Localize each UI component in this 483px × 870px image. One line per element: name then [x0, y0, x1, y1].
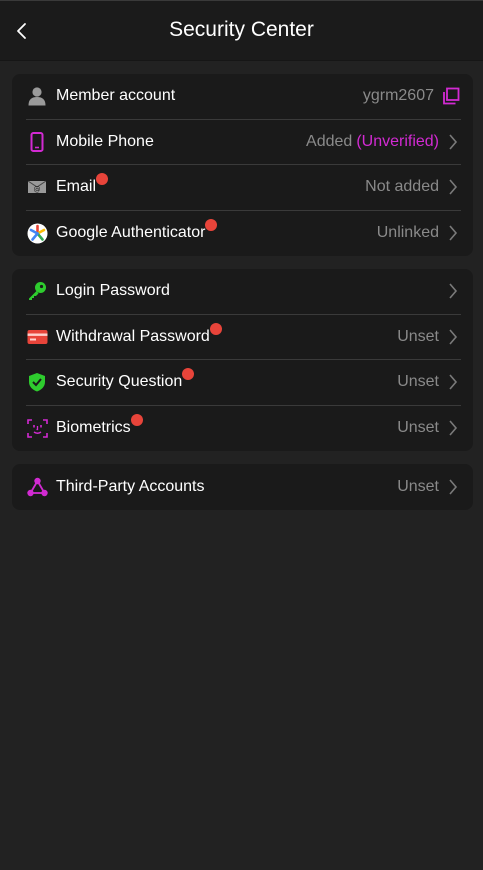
chevron-right-icon	[445, 327, 461, 347]
notification-dot	[205, 219, 218, 232]
notification-dot	[130, 414, 143, 427]
row-login-password[interactable]: Login Password	[26, 269, 461, 315]
row-label: Security Question	[56, 368, 195, 391]
row-value: Unlinked	[377, 223, 461, 243]
row-label: Google Authenticator	[56, 219, 218, 242]
row-email[interactable]: @ Email Not added	[26, 165, 461, 211]
row-label: Email	[56, 173, 109, 196]
row-biometrics[interactable]: Biometrics Unset	[26, 406, 461, 452]
row-value: Added (Unverified)	[306, 132, 461, 152]
account-group: Member account ygrm2607 Mobile Phone Add…	[12, 74, 473, 256]
row-value: Unset	[397, 477, 461, 497]
row-value: Unset	[397, 418, 461, 438]
member-id: ygrm2607	[362, 87, 434, 105]
row-mobile-phone[interactable]: Mobile Phone Added (Unverified)	[26, 120, 461, 165]
copy-icon[interactable]	[441, 86, 461, 106]
phone-icon	[26, 131, 48, 153]
row-value: Unset	[397, 372, 461, 392]
card-icon	[26, 326, 48, 348]
row-value: Not added	[365, 177, 461, 197]
shield-check-icon	[26, 371, 48, 393]
notification-dot	[209, 322, 222, 335]
phone-status: Added	[306, 132, 353, 150]
chevron-right-icon	[445, 372, 461, 392]
notification-dot	[96, 173, 109, 186]
row-label: Third-Party Accounts	[56, 477, 205, 495]
envelope-icon: @	[26, 176, 48, 198]
row-value: ygrm2607	[363, 86, 461, 106]
notification-dot	[182, 368, 195, 381]
share-nodes-icon	[26, 476, 48, 498]
row-label: Biometrics	[56, 414, 143, 437]
row-security-question[interactable]: Security Question Unset	[26, 360, 461, 406]
chevron-right-icon	[445, 177, 461, 197]
third-party-group: Third-Party Accounts Unset	[12, 464, 473, 510]
password-group: Login Password Withdrawal Password Unset…	[12, 269, 473, 451]
row-google-authenticator[interactable]: Google Authenticator Unlinked	[26, 211, 461, 257]
google-authenticator-icon	[26, 222, 48, 244]
face-scan-icon	[26, 417, 48, 439]
settings-list: Member account ygrm2607 Mobile Phone Add…	[0, 61, 483, 510]
chevron-right-icon	[445, 223, 461, 243]
chevron-right-icon	[445, 418, 461, 438]
row-label: Member account	[56, 87, 176, 105]
unverified-badge: (Unverified)	[356, 132, 439, 150]
row-value	[439, 281, 461, 301]
chevron-right-icon	[445, 132, 461, 152]
header-bar: Security Center	[0, 0, 483, 61]
row-label: Login Password	[56, 282, 170, 300]
key-icon	[26, 280, 48, 302]
row-value: Unset	[397, 327, 461, 347]
row-withdrawal-password[interactable]: Withdrawal Password Unset	[26, 315, 461, 360]
row-label: Withdrawal Password	[56, 322, 222, 346]
row-member-account[interactable]: Member account ygrm2607	[26, 74, 461, 120]
row-third-party-accounts[interactable]: Third-Party Accounts Unset	[26, 464, 461, 510]
chevron-right-icon	[445, 281, 461, 301]
page-title: Security Center	[169, 18, 314, 41]
row-label: Mobile Phone	[56, 132, 154, 150]
chevron-right-icon	[445, 477, 461, 497]
user-icon	[26, 85, 48, 107]
svg-text:@: @	[34, 186, 41, 194]
